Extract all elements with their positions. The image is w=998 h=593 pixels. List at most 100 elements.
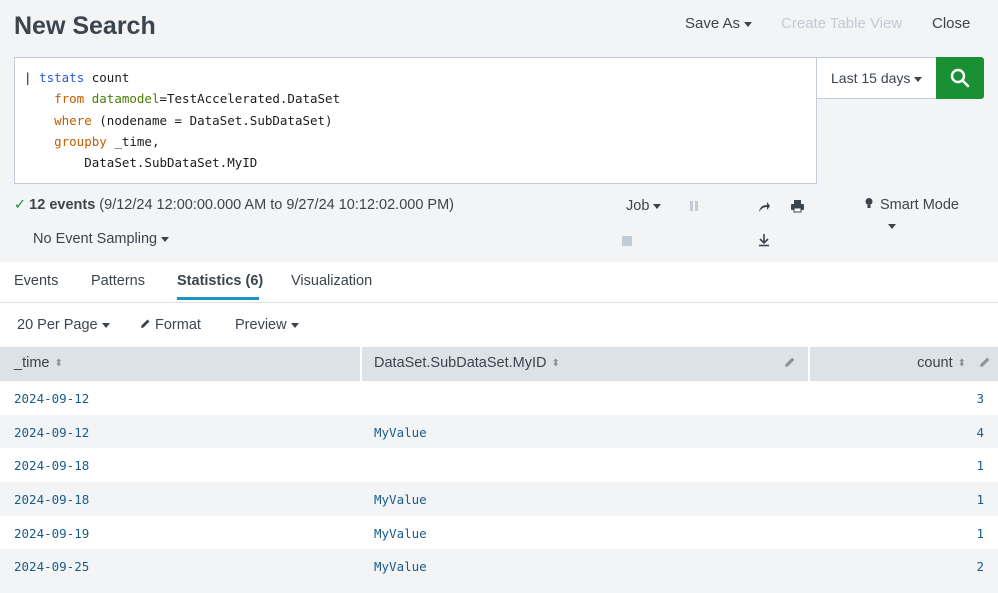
cell-time[interactable]: 2024-09-25 bbox=[14, 559, 89, 574]
print-icon[interactable] bbox=[790, 199, 805, 213]
tab-patterns[interactable]: Patterns bbox=[91, 273, 145, 289]
column-header-myid[interactable]: DataSet.SubDataSet.MyID ⬍ bbox=[374, 347, 560, 381]
search-line-3: where (nodename = DataSet.SubDataSet) bbox=[24, 112, 333, 128]
cell-myid[interactable]: MyValue bbox=[374, 425, 427, 440]
command-token: tstats bbox=[39, 70, 85, 85]
column-header-count[interactable]: count ⬍ bbox=[917, 347, 966, 381]
cell-count[interactable]: 3 bbox=[976, 391, 984, 406]
stop-icon[interactable] bbox=[621, 235, 633, 247]
column-divider bbox=[808, 347, 810, 381]
sort-icon: ⬍ bbox=[957, 358, 966, 369]
keyword-token: where bbox=[54, 112, 92, 128]
share-icon[interactable] bbox=[757, 200, 771, 214]
keyword-token: groupby bbox=[54, 133, 107, 149]
tab-visualization[interactable]: Visualization bbox=[291, 273, 372, 289]
search-mode-label: Smart Mode bbox=[880, 197, 959, 213]
results-tabs: Events Patterns Statistics (6) Visualiza… bbox=[0, 262, 998, 303]
sampling-label: No Event Sampling bbox=[33, 231, 158, 247]
chevron-down-icon bbox=[101, 322, 110, 328]
search-line-1: | tstats count bbox=[24, 70, 129, 85]
save-as-button[interactable]: Save As bbox=[685, 15, 753, 32]
table-row: 2024-09-19 MyValue 1 bbox=[0, 515, 998, 550]
pipe-token: | bbox=[24, 70, 40, 85]
tab-events[interactable]: Events bbox=[14, 273, 58, 289]
page-title: New Search bbox=[14, 12, 156, 40]
table-header: _time ⬍ DataSet.SubDataSet.MyID ⬍ count ⬍ bbox=[0, 347, 998, 381]
format-label: Format bbox=[155, 317, 201, 333]
per-page-dropdown[interactable]: 20 Per Page bbox=[17, 317, 110, 333]
cell-myid[interactable]: MyValue bbox=[374, 559, 427, 574]
cell-count[interactable]: 1 bbox=[976, 458, 984, 473]
job-menu[interactable]: Job bbox=[626, 198, 662, 214]
search-button[interactable] bbox=[936, 57, 984, 99]
cell-myid[interactable]: MyValue bbox=[374, 492, 427, 507]
search-text: (nodename = DataSet.SubDataSet) bbox=[91, 112, 333, 128]
cell-time[interactable]: 2024-09-12 bbox=[14, 391, 89, 406]
table-row: 2024-09-18 MyValue 1 bbox=[0, 482, 998, 516]
sort-icon: ⬍ bbox=[54, 358, 63, 369]
search-text: _time, bbox=[106, 133, 160, 149]
keyword-token: from bbox=[54, 91, 85, 107]
search-status: ✓ 12 events (9/12/24 12:00:00.000 AM to 9… bbox=[14, 197, 454, 213]
column-label: DataSet.SubDataSet.MyID bbox=[374, 355, 547, 371]
per-page-label: 20 Per Page bbox=[17, 317, 98, 333]
chevron-down-icon[interactable] bbox=[888, 224, 896, 229]
close-button[interactable]: Close bbox=[932, 15, 970, 32]
cell-count[interactable]: 1 bbox=[976, 492, 984, 507]
cell-time[interactable]: 2024-09-18 bbox=[14, 492, 89, 507]
event-count: 12 events bbox=[29, 197, 96, 213]
cell-count[interactable]: 4 bbox=[976, 425, 984, 440]
results-table: _time ⬍ DataSet.SubDataSet.MyID ⬍ count ⬍ 2… bbox=[0, 347, 998, 584]
search-line-2: from datamodel=TestAccelerated.DataSet bbox=[24, 91, 340, 106]
argument-token: datamodel bbox=[91, 91, 160, 107]
time-range-text: (9/12/24 12:00:00.000 AM to 9/27/24 10:1… bbox=[99, 197, 455, 213]
cell-time[interactable]: 2024-09-19 bbox=[14, 526, 89, 541]
check-icon: ✓ bbox=[14, 197, 27, 213]
column-label: _time bbox=[14, 355, 50, 371]
create-table-view-button[interactable]: Create Table View bbox=[781, 15, 902, 32]
tab-statistics[interactable]: Statistics (6) bbox=[177, 273, 263, 289]
preview-dropdown[interactable]: Preview bbox=[235, 317, 299, 333]
column-header-time[interactable]: _time ⬍ bbox=[14, 347, 63, 381]
search-input[interactable]: | tstats count from datamodel=TestAccele… bbox=[14, 57, 817, 184]
active-tab-indicator bbox=[177, 297, 259, 300]
export-icon[interactable] bbox=[757, 233, 771, 247]
search-line-5: DataSet.SubDataSet.MyID bbox=[24, 155, 257, 170]
cell-myid[interactable]: MyValue bbox=[374, 526, 427, 541]
job-label: Job bbox=[626, 198, 650, 214]
table-body: 2024-09-12 3 2024-09-12 MyValue 4 2024-09-1… bbox=[0, 381, 998, 584]
event-sampling-dropdown[interactable]: No Event Sampling bbox=[33, 231, 170, 247]
pencil-icon[interactable] bbox=[979, 356, 991, 368]
table-row: 2024-09-12 3 bbox=[0, 381, 998, 415]
preview-label: Preview bbox=[235, 317, 287, 333]
time-range-label: Last 15 days bbox=[831, 70, 911, 86]
chevron-down-icon bbox=[290, 322, 299, 328]
search-text: =TestAccelerated.DataSet bbox=[159, 91, 341, 107]
pencil-icon[interactable] bbox=[784, 356, 796, 368]
pause-icon[interactable] bbox=[688, 200, 700, 212]
search-line-4: groupby _time, bbox=[24, 134, 159, 149]
pencil-icon bbox=[141, 319, 150, 328]
format-button[interactable]: Format bbox=[140, 317, 201, 333]
search-mode-dropdown[interactable]: Smart Mode bbox=[864, 197, 959, 213]
cell-count[interactable]: 1 bbox=[976, 526, 984, 541]
table-row: 2024-09-18 1 bbox=[0, 448, 998, 483]
time-range-picker[interactable]: Last 15 days bbox=[816, 57, 937, 99]
column-label: count bbox=[917, 355, 953, 371]
table-row: 2024-09-12 MyValue 4 bbox=[0, 414, 998, 449]
column-divider bbox=[360, 347, 362, 381]
table-row: 2024-09-25 MyValue 2 bbox=[0, 549, 998, 584]
search-text: DataSet.SubDataSet.MyID bbox=[84, 155, 258, 171]
chevron-down-icon bbox=[744, 21, 753, 27]
sort-icon: ⬍ bbox=[551, 358, 560, 369]
chevron-down-icon bbox=[914, 76, 923, 82]
cell-time[interactable]: 2024-09-18 bbox=[14, 458, 89, 473]
cell-time[interactable]: 2024-09-12 bbox=[14, 425, 89, 440]
cell-count[interactable]: 2 bbox=[976, 559, 984, 574]
search-text: count bbox=[84, 70, 130, 85]
magnifier-icon bbox=[950, 68, 970, 88]
